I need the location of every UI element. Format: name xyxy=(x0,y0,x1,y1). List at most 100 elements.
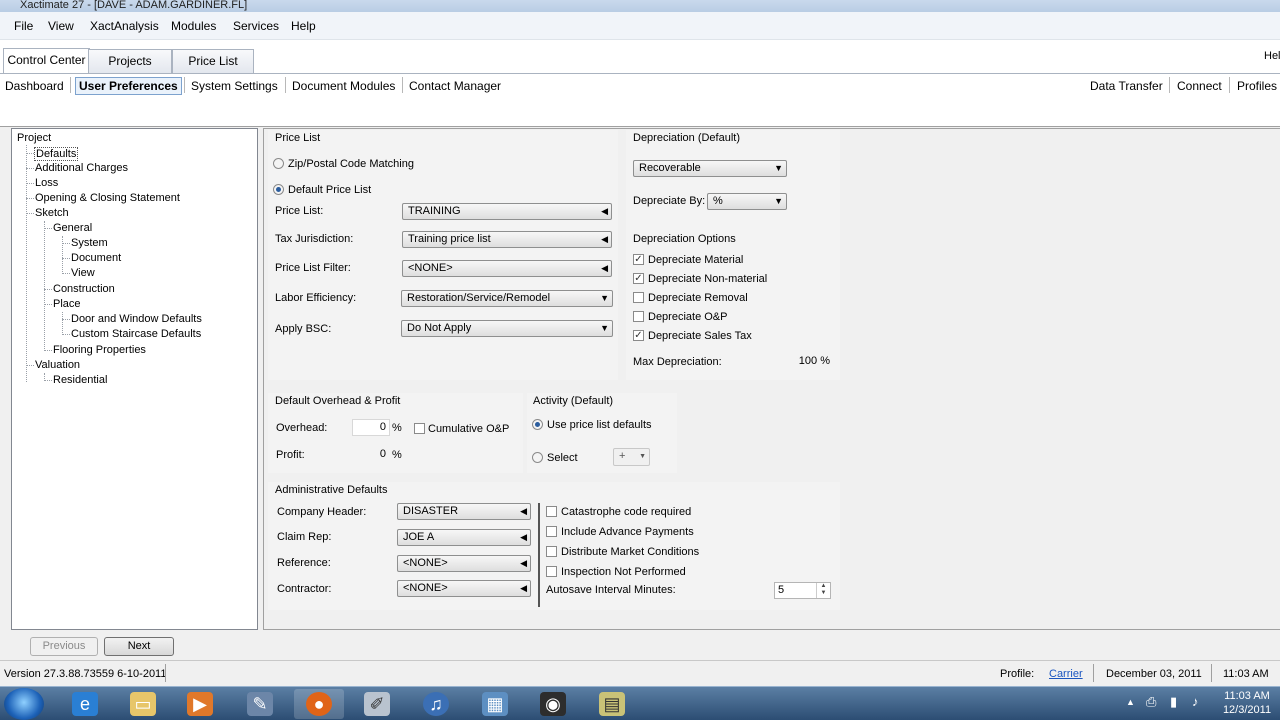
profit-field[interactable]: 0 xyxy=(352,446,390,463)
tab-projects[interactable]: Projects xyxy=(88,49,172,73)
default-price-list-radio[interactable] xyxy=(273,184,284,195)
include-advance-payments-label[interactable]: Include Advance Payments xyxy=(561,526,694,538)
preferences-tree[interactable]: Project Defaults Additional Charges Loss… xyxy=(11,128,258,630)
labor-efficiency-dropdown[interactable]: Restoration/Service/Remodel ▼ xyxy=(401,290,613,307)
taskbar-app[interactable]: ✐ xyxy=(352,689,402,719)
taskbar-app[interactable]: ▶ xyxy=(175,689,225,719)
volume-icon[interactable]: ♪ xyxy=(1192,694,1199,709)
nav-document-modules[interactable]: Document Modules xyxy=(292,79,395,93)
tree-node-loss[interactable]: Loss xyxy=(35,177,58,189)
show-hidden-icons-icon[interactable]: ▲ xyxy=(1126,697,1135,707)
reference-value: <NONE> xyxy=(403,557,448,569)
tree-node-valuation[interactable]: Valuation xyxy=(35,359,80,371)
company-header-dropdown[interactable]: DISASTER ◀ xyxy=(397,503,531,520)
menu-view[interactable]: View xyxy=(48,19,74,33)
cumulative-op-checkbox[interactable] xyxy=(414,423,425,434)
max-depreciation-field[interactable]: 100 % xyxy=(790,353,834,370)
device-tray-icon[interactable]: ⎙ xyxy=(1146,694,1156,710)
contractor-dropdown[interactable]: <NONE> ◀ xyxy=(397,580,531,597)
tree-node-residential[interactable]: Residential xyxy=(53,374,107,386)
nav-user-preferences[interactable]: User Preferences xyxy=(75,77,182,95)
tree-node-sketch[interactable]: Sketch xyxy=(35,207,69,219)
taskbar-app[interactable]: ◉ xyxy=(528,689,578,719)
price-list-dropdown[interactable]: TRAINING ◀ xyxy=(402,203,612,220)
tab-price-list[interactable]: Price List xyxy=(172,49,254,73)
spinner-arrows-icon[interactable]: ▲ ▼ xyxy=(816,583,830,598)
depreciate-removal-label[interactable]: Depreciate Removal xyxy=(648,292,748,304)
tab-control-center[interactable]: Control Center xyxy=(3,48,90,73)
menu-help[interactable]: Help xyxy=(291,19,316,33)
select-activity-radio[interactable] xyxy=(532,452,543,463)
tree-node-view[interactable]: View xyxy=(71,267,95,279)
cumulative-op-label[interactable]: Cumulative O&P xyxy=(428,423,509,435)
taskbar-app[interactable]: ✎ xyxy=(235,689,285,719)
nav-contact-manager[interactable]: Contact Manager xyxy=(409,79,501,93)
depreciate-sales-tax-label[interactable]: Depreciate Sales Tax xyxy=(648,330,752,342)
nav-system-settings[interactable]: System Settings xyxy=(191,79,278,93)
network-tray-icon[interactable]: ▮ xyxy=(1170,694,1177,710)
inspection-not-performed-checkbox[interactable] xyxy=(546,566,557,577)
depreciate-non-material-label[interactable]: Depreciate Non-material xyxy=(648,273,767,285)
menu-services[interactable]: Services xyxy=(233,19,279,33)
depreciate-material-label[interactable]: Depreciate Material xyxy=(648,254,743,266)
taskbar-app[interactable]: ▤ xyxy=(587,689,637,719)
next-button[interactable]: Next xyxy=(104,637,174,656)
tree-node-opening-closing[interactable]: Opening & Closing Statement xyxy=(35,192,180,204)
taskbar-app[interactable]: ▭ xyxy=(118,689,168,719)
depreciate-by-dropdown[interactable]: % ▼ xyxy=(707,193,787,210)
taskbar-app[interactable]: ● xyxy=(294,689,344,719)
nav-dashboard[interactable]: Dashboard xyxy=(5,79,64,93)
default-price-list-label[interactable]: Default Price List xyxy=(288,184,371,196)
start-button-icon[interactable] xyxy=(4,688,44,720)
tree-node-project[interactable]: Project xyxy=(17,132,51,144)
taskbar-clock[interactable]: 11:03 AM 12/3/2011 xyxy=(1222,689,1272,717)
tree-node-place[interactable]: Place xyxy=(53,298,81,310)
help-link-truncated[interactable]: Hel xyxy=(1264,50,1280,62)
distribute-market-conditions-label[interactable]: Distribute Market Conditions xyxy=(561,546,699,558)
overhead-field[interactable]: 0 xyxy=(352,419,390,436)
inspection-not-performed-label[interactable]: Inspection Not Performed xyxy=(561,566,686,578)
claim-rep-dropdown[interactable]: JOE A ◀ xyxy=(397,529,531,546)
tax-jurisdiction-dropdown[interactable]: Training price list ◀ xyxy=(402,231,612,248)
menu-file[interactable]: File xyxy=(14,19,33,33)
tree-node-flooring-properties[interactable]: Flooring Properties xyxy=(53,344,146,356)
depreciate-non-material-checkbox[interactable]: ✓ xyxy=(633,273,644,284)
nav-profiles[interactable]: Profiles xyxy=(1237,79,1277,93)
nav-data-transfer[interactable]: Data Transfer xyxy=(1090,79,1163,93)
taskbar-app[interactable]: e xyxy=(60,689,110,719)
menu-modules[interactable]: Modules xyxy=(171,19,216,33)
activity-select-dropdown[interactable]: + ▼ xyxy=(613,448,650,466)
tree-node-door-window-defaults[interactable]: Door and Window Defaults xyxy=(71,313,202,325)
tree-node-construction[interactable]: Construction xyxy=(53,283,115,295)
zip-match-label[interactable]: Zip/Postal Code Matching xyxy=(288,158,414,170)
use-price-list-defaults-radio[interactable] xyxy=(532,419,543,430)
catastrophe-code-checkbox[interactable] xyxy=(546,506,557,517)
zip-match-radio[interactable] xyxy=(273,158,284,169)
distribute-market-conditions-checkbox[interactable] xyxy=(546,546,557,557)
tree-node-additional-charges[interactable]: Additional Charges xyxy=(35,162,128,174)
profile-link[interactable]: Carrier xyxy=(1049,668,1083,680)
depreciate-op-label[interactable]: Depreciate O&P xyxy=(648,311,727,323)
reference-dropdown[interactable]: <NONE> ◀ xyxy=(397,555,531,572)
taskbar-app[interactable]: ♫ xyxy=(411,689,461,719)
menu-xactanalysis[interactable]: XactAnalysis xyxy=(90,19,159,33)
depreciate-op-checkbox[interactable] xyxy=(633,311,644,322)
tree-node-custom-staircase-defaults[interactable]: Custom Staircase Defaults xyxy=(71,328,201,340)
depreciate-removal-checkbox[interactable] xyxy=(633,292,644,303)
depreciate-sales-tax-checkbox[interactable]: ✓ xyxy=(633,330,644,341)
include-advance-payments-checkbox[interactable] xyxy=(546,526,557,537)
tree-node-system[interactable]: System xyxy=(71,237,108,249)
price-list-filter-dropdown[interactable]: <NONE> ◀ xyxy=(402,260,612,277)
previous-button[interactable]: Previous xyxy=(30,637,98,656)
depreciate-material-checkbox[interactable]: ✓ xyxy=(633,254,644,265)
tree-node-document[interactable]: Document xyxy=(71,252,121,264)
depreciation-type-dropdown[interactable]: Recoverable ▼ xyxy=(633,160,787,177)
taskbar-app[interactable]: ▦ xyxy=(470,689,520,719)
tree-node-general[interactable]: General xyxy=(53,222,92,234)
catastrophe-code-label[interactable]: Catastrophe code required xyxy=(561,506,691,518)
nav-connect[interactable]: Connect xyxy=(1177,79,1222,93)
apply-bsc-dropdown[interactable]: Do Not Apply ▼ xyxy=(401,320,613,337)
use-price-list-defaults-label[interactable]: Use price list defaults xyxy=(547,419,652,431)
tree-node-defaults[interactable]: Defaults xyxy=(34,147,79,161)
select-activity-label[interactable]: Select xyxy=(547,452,578,464)
